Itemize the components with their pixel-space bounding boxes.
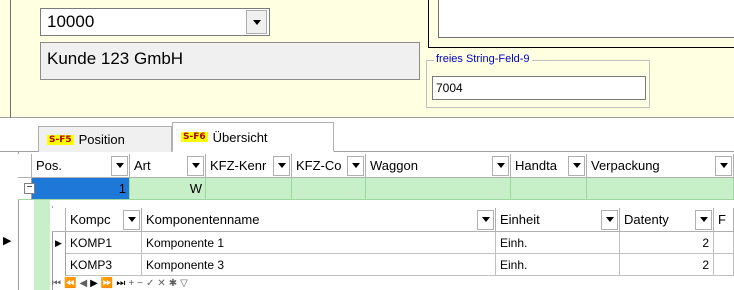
cell-kfz-kennz[interactable] — [206, 178, 292, 200]
cell-name[interactable]: Komponente 3 — [142, 254, 496, 276]
cell-art[interactable]: W — [130, 178, 206, 200]
col-waggon[interactable]: Waggon — [366, 154, 511, 178]
divider — [10, 0, 11, 118]
prev-record-icon[interactable]: ◀ — [79, 278, 87, 290]
cell-pos[interactable]: 1 — [32, 178, 130, 200]
chevron-down-icon[interactable] — [123, 209, 140, 230]
next-record-icon[interactable]: ▶ — [90, 278, 98, 290]
col-datentyp[interactable]: Datenty — [620, 208, 714, 232]
cell-code[interactable]: KOMP3 — [66, 254, 142, 276]
last-record-icon[interactable]: ⏭ — [116, 278, 125, 290]
col-art[interactable]: Art — [130, 154, 206, 178]
chevron-down-icon[interactable] — [111, 155, 128, 176]
current-row-arrow-icon: ▶ — [3, 235, 12, 247]
cell-f[interactable] — [714, 254, 734, 276]
chevron-down-icon[interactable] — [601, 209, 618, 230]
cell-f[interactable] — [714, 232, 734, 254]
col-komponente[interactable]: Kompc — [66, 208, 142, 232]
row-header — [52, 254, 66, 276]
tab-position[interactable]: S-F5 Position — [38, 126, 172, 152]
chevron-down-icon — [252, 19, 261, 25]
edit-icon[interactable]: ✓ — [146, 278, 154, 290]
customer-dropdown-button[interactable] — [246, 10, 267, 34]
next-page-icon[interactable]: ⏩ — [101, 278, 113, 290]
cell-unit[interactable]: Einh. — [496, 254, 620, 276]
filter-icon[interactable]: ▽ — [180, 278, 188, 290]
col-einheit[interactable]: Einheit — [496, 208, 620, 232]
string-field-label: freies String-Feld-9 — [434, 53, 532, 65]
cell-handta[interactable] — [511, 178, 587, 200]
string-field-value: 7004 — [436, 81, 463, 95]
component-grid-header: Kompc Komponentenname Einheit Datenty F — [52, 208, 734, 232]
cell-verpackung[interactable] — [587, 178, 734, 200]
col-handta[interactable]: Handta — [511, 154, 587, 178]
child-indent — [34, 200, 50, 290]
customer-number-value: 10000 — [47, 12, 95, 31]
current-row-arrow-icon: ▶ — [52, 232, 66, 254]
insert-icon[interactable]: + — [128, 278, 134, 290]
tab-uebersicht[interactable]: S-F6 Übersicht — [172, 122, 334, 152]
customer-name-field: Kunde 123 GmbH — [40, 42, 420, 80]
header-spacer — [18, 154, 32, 178]
chevron-down-icon[interactable] — [568, 155, 585, 176]
cell-name[interactable]: Komponente 1 — [142, 232, 496, 254]
row-gutter — [0, 152, 18, 290]
cell-kfz-co[interactable] — [292, 178, 366, 200]
grid-header: Pos. Art KFZ-Kenr KFZ-Co Waggon Handta V… — [18, 154, 734, 178]
col-kfz-kennz[interactable]: KFZ-Kenr — [206, 154, 292, 178]
cell-unit[interactable]: Einh. — [496, 232, 620, 254]
chevron-down-icon[interactable] — [187, 155, 204, 176]
refresh-icon[interactable]: ✱ — [169, 278, 177, 290]
list-item[interactable]: ▶ KOMP1 Komponente 1 Einh. 2 — [52, 232, 734, 254]
string-field-input[interactable]: 7004 — [432, 76, 646, 100]
table-row[interactable]: 1 W — [18, 178, 734, 200]
cell-type[interactable]: 2 — [620, 232, 714, 254]
prev-page-icon[interactable]: ⏪ — [64, 278, 76, 290]
header-spacer — [52, 208, 66, 232]
shortcut-badge: S-F6 — [181, 132, 208, 142]
first-record-icon[interactable]: ⏮ — [52, 278, 61, 290]
cell-waggon[interactable] — [366, 178, 511, 200]
col-f[interactable]: F — [714, 208, 734, 232]
chevron-down-icon[interactable] — [273, 155, 290, 176]
cell-type[interactable]: 2 — [620, 254, 714, 276]
cancel-icon[interactable]: ✕ — [157, 278, 165, 290]
chevron-down-icon[interactable] — [347, 155, 364, 176]
chevron-down-icon[interactable] — [477, 209, 494, 230]
customer-number-combo[interactable]: 10000 — [40, 8, 270, 36]
cell-code[interactable]: KOMP1 — [66, 232, 142, 254]
chevron-down-icon[interactable] — [715, 155, 732, 176]
tab-label: Übersicht — [212, 129, 268, 145]
chevron-down-icon[interactable] — [695, 209, 712, 230]
delete-icon[interactable]: − — [137, 278, 143, 290]
chevron-down-icon[interactable] — [492, 155, 509, 176]
minus-icon[interactable]: − — [24, 183, 35, 194]
customer-name-value: Kunde 123 GmbH — [47, 49, 184, 68]
col-verpackung[interactable]: Verpackung — [587, 154, 734, 178]
col-kfz-co[interactable]: KFZ-Co — [292, 154, 366, 178]
record-navigator: ⏮ ⏪ ◀ ▶ ⏩ ⏭ + − ✓ ✕ ✱ ▽ — [52, 278, 188, 290]
col-komponentenname[interactable]: Komponentenname — [142, 208, 496, 232]
memo-field[interactable] — [438, 0, 734, 38]
col-pos[interactable]: Pos. — [32, 154, 130, 178]
tab-label: Position — [78, 132, 125, 147]
list-item[interactable]: KOMP3 Komponente 3 Einh. 2 — [52, 254, 734, 276]
shortcut-badge: S-F5 — [47, 134, 74, 145]
